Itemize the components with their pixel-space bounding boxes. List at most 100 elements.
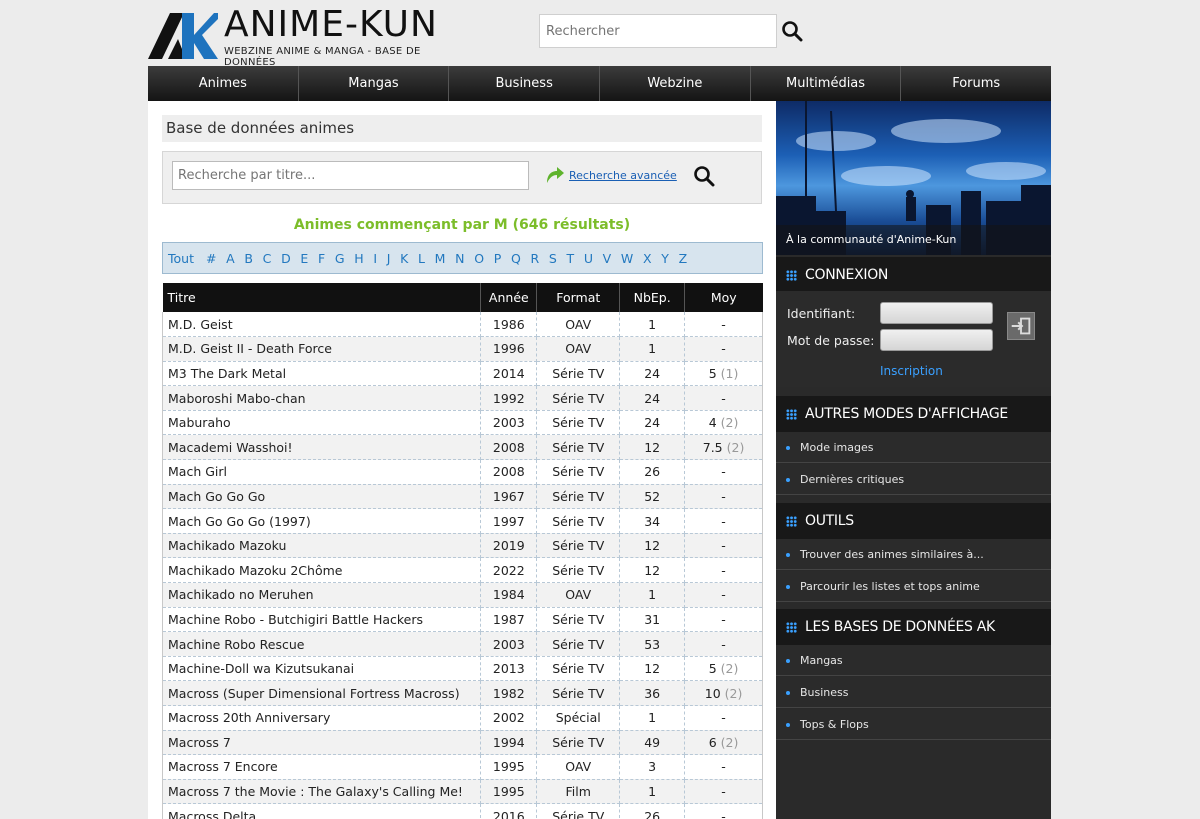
display-modes-heading: AUTRES MODES D'AFFICHAGE: [776, 396, 1051, 432]
anime-title-link[interactable]: Macross (Super Dimensional Fortress Macr…: [161, 680, 482, 706]
alphabet-link[interactable]: K: [400, 251, 408, 266]
login-button-icon[interactable]: [1007, 312, 1035, 340]
alphabet-link[interactable]: H: [354, 251, 363, 266]
anime-title-link[interactable]: Macross 7 Encore: [161, 754, 482, 780]
column-header-title[interactable]: Titre: [162, 283, 482, 312]
sidebar-item-mode-images[interactable]: Mode images: [776, 432, 1051, 463]
alphabet-link[interactable]: J: [387, 251, 391, 266]
alphabet-link[interactable]: W: [621, 251, 633, 266]
anime-title-link[interactable]: Machine-Doll wa Kizutsukanai: [161, 656, 482, 682]
anime-title-link[interactable]: Maburaho: [161, 410, 482, 436]
year-cell: 1992: [480, 385, 538, 411]
nav-multimedias[interactable]: Multimédias: [751, 66, 902, 101]
sidebar-item-tops-flops[interactable]: Tops & Flops: [776, 709, 1051, 740]
grid-icon: [786, 409, 797, 420]
alphabet-link[interactable]: F: [318, 251, 325, 266]
register-link[interactable]: Inscription: [880, 364, 943, 378]
rating-cell: -: [684, 607, 763, 633]
alphabet-link[interactable]: N: [455, 251, 464, 266]
alphabet-link[interactable]: D: [281, 251, 291, 266]
anime-title-link[interactable]: Macademi Wasshoi!: [161, 434, 482, 461]
anime-title-link[interactable]: Mach Go Go Go (1997): [161, 508, 482, 534]
year-cell: 1996: [480, 336, 538, 362]
anime-title-link[interactable]: Mach Girl: [161, 459, 482, 485]
anime-title-link[interactable]: M.D. Geist: [161, 312, 482, 338]
anime-title-link[interactable]: Macross 7 the Movie : The Galaxy's Calli…: [161, 779, 482, 805]
episodes-cell: 24: [619, 385, 686, 411]
anime-title-link[interactable]: M3 The Dark Metal: [161, 361, 482, 387]
anime-title-link[interactable]: Mach Go Go Go: [161, 484, 482, 510]
alphabet-link[interactable]: A: [226, 251, 235, 266]
nav-business[interactable]: Business: [449, 66, 601, 101]
column-header-episodes[interactable]: NbEp.: [619, 283, 686, 312]
rating-count: (2): [720, 415, 739, 431]
rating-value: 10: [704, 685, 721, 701]
alphabet-link[interactable]: T: [567, 251, 575, 266]
sidebar-item-mangas[interactable]: Mangas: [776, 645, 1051, 676]
title-search-input[interactable]: [172, 161, 529, 190]
nav-webzine[interactable]: Webzine: [600, 66, 751, 101]
anime-title-link[interactable]: Machine Robo Rescue: [161, 631, 482, 657]
search-icon[interactable]: [781, 20, 803, 42]
alphabet-link[interactable]: R: [531, 251, 540, 266]
alphabet-link[interactable]: I: [373, 251, 377, 266]
sidebar-item-similar-animes[interactable]: Trouver des animes similaires à...: [776, 539, 1051, 570]
advanced-search-link[interactable]: Recherche avancée: [569, 169, 677, 182]
alphabet-link[interactable]: #: [206, 251, 216, 266]
anime-title-link[interactable]: Macross 7: [161, 730, 482, 756]
rating-count: (2): [720, 661, 739, 677]
alphabet-link[interactable]: C: [263, 251, 272, 266]
site-logo[interactable]: ANIME-KUN WEBZINE ANIME & MANGA - BASE D…: [148, 4, 468, 68]
search-icon[interactable]: [693, 165, 715, 187]
rating-value: -: [721, 611, 726, 627]
anime-title-link[interactable]: Machikado Mazoku 2Chôme: [161, 557, 482, 584]
episodes-cell: 24: [619, 410, 686, 436]
alphabet-link[interactable]: E: [300, 251, 308, 266]
alphabet-link[interactable]: Y: [661, 251, 669, 266]
rating-value: -: [721, 464, 726, 480]
community-banner[interactable]: À la communauté d'Anime-Kun: [776, 101, 1051, 255]
column-header-format[interactable]: Format: [536, 283, 621, 312]
anime-title-link[interactable]: Macross 20th Anniversary: [161, 705, 482, 731]
alphabet-link[interactable]: Tout: [168, 251, 194, 266]
nav-forums[interactable]: Forums: [901, 66, 1051, 101]
main-content: Base de données animes Recherche avancée…: [148, 101, 776, 819]
anime-title-link[interactable]: Machikado Mazoku: [161, 533, 482, 559]
login-form: Identifiant: Mot de passe: Inscription: [776, 291, 1051, 387]
alphabet-link[interactable]: P: [494, 251, 502, 266]
curved-arrow-icon: [547, 167, 564, 183]
sidebar-item-latest-reviews[interactable]: Dernières critiques: [776, 464, 1051, 495]
anime-title-link[interactable]: Macross Delta: [161, 803, 482, 819]
alphabet-link[interactable]: B: [244, 251, 253, 266]
databases-label: LES BASES DE DONNÉES AK: [805, 619, 995, 635]
alphabet-link[interactable]: O: [474, 251, 484, 266]
alphabet-link[interactable]: S: [549, 251, 557, 266]
anime-title-link[interactable]: Machine Robo - Butchigiri Battle Hackers: [161, 607, 482, 633]
column-header-rating[interactable]: Moy: [684, 283, 763, 312]
sidebar-item-lists-tops[interactable]: Parcourir les listes et tops anime: [776, 571, 1051, 602]
alphabet-link[interactable]: U: [584, 251, 593, 266]
sidebar-item-business[interactable]: Business: [776, 677, 1051, 708]
nav-animes[interactable]: Animes: [148, 66, 299, 101]
alphabet-link[interactable]: V: [603, 251, 612, 266]
nav-mangas[interactable]: Mangas: [299, 66, 450, 101]
alphabet-link[interactable]: M: [435, 251, 446, 266]
username-field[interactable]: [880, 302, 993, 324]
alphabet-link[interactable]: Z: [679, 251, 688, 266]
alphabet-link[interactable]: L: [418, 251, 425, 266]
table-row: M3 The Dark Metal 2014 Série TV 24 5 (1): [161, 361, 763, 387]
password-field[interactable]: [880, 329, 993, 351]
site-search-input[interactable]: [539, 14, 777, 48]
format-cell: OAV: [536, 312, 621, 338]
alphabet-link[interactable]: Q: [511, 251, 521, 266]
rating-cell: -: [684, 754, 763, 780]
column-header-year[interactable]: Année: [480, 283, 538, 312]
anime-title-link[interactable]: M.D. Geist II - Death Force: [161, 336, 482, 362]
year-cell: 1997: [480, 508, 538, 534]
alphabet-link[interactable]: G: [335, 251, 345, 266]
grid-icon: [786, 270, 797, 281]
anime-title-link[interactable]: Maboroshi Mabo-chan: [161, 385, 482, 411]
anime-title-link[interactable]: Machikado no Meruhen: [161, 582, 482, 608]
alphabet-link[interactable]: X: [643, 251, 652, 266]
login-heading-label: CONNEXION: [805, 267, 889, 283]
